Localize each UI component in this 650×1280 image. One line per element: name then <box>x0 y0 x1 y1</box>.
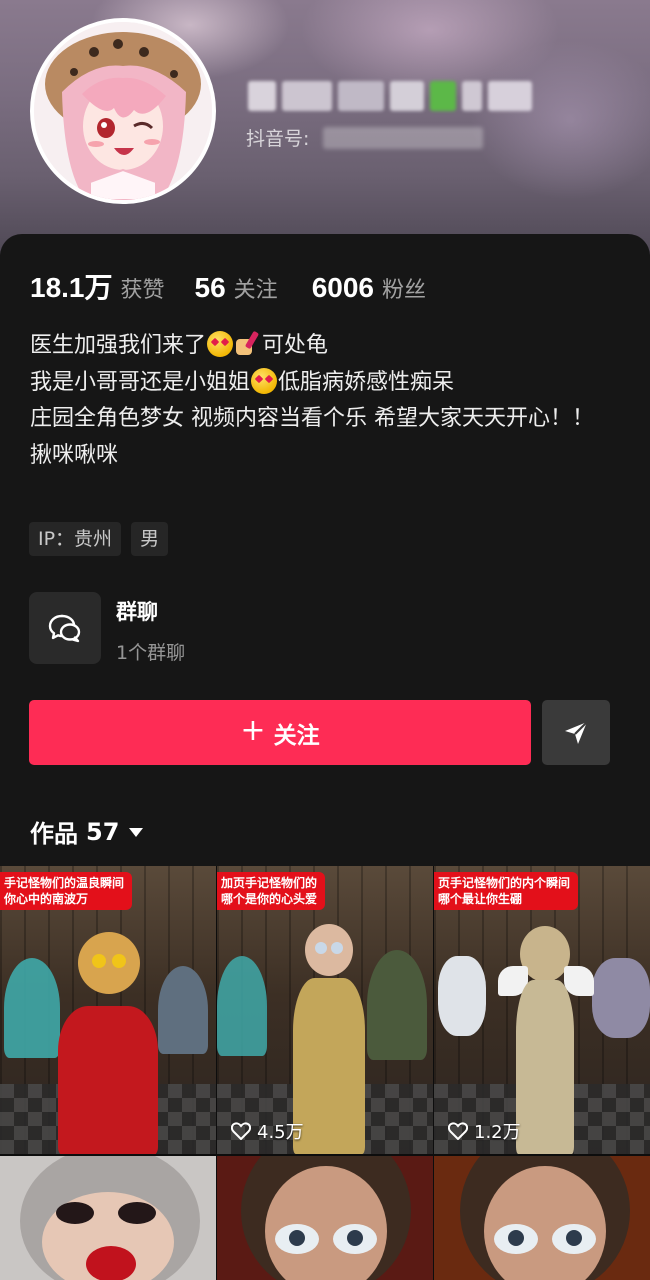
works-tab[interactable]: 作品 57 <box>30 814 144 849</box>
bio-line-2: 我是小哥哥还是小姐姐 低脂病娇感性痴呆 <box>30 365 630 402</box>
video-likes-count: 1.2万 <box>474 1122 521 1143</box>
video-likes: 4.5万 <box>231 1118 304 1144</box>
video-thumbnail[interactable]: 加页手记怪物们的 哪个是你的心头爱 4.5万 <box>217 866 433 1154</box>
works-tab-label: 作品 <box>30 820 78 848</box>
video-caption: 手记怪物们的温良瞬间 你心中的南波万 <box>0 872 133 910</box>
nail-polish-emoji-icon <box>235 331 261 357</box>
video-caption: 页手记怪物们的内个瞬间 哪个最让你生硼 <box>434 872 579 910</box>
bio-line-1-b: 可处龟 <box>262 333 329 358</box>
avatar-illustration <box>34 22 212 200</box>
bio-line-4: 揪咪啾咪 <box>30 442 119 468</box>
send-icon <box>565 720 588 744</box>
stat-following-label: 关注 <box>233 278 278 303</box>
video-grid: 手记怪物们的温良瞬间 你心中的南波万 加页手记怪物们的 哪个是你的心头爱 4.5… <box>0 866 650 1280</box>
bio-line-1-a: 医生加强我们来了 <box>30 333 207 358</box>
follow-button[interactable]: + 关注 <box>29 700 531 765</box>
works-count: 57 <box>86 817 120 846</box>
stat-followers[interactable]: 6006 粉丝 <box>312 272 426 304</box>
stat-likes-label: 获赞 <box>120 278 165 303</box>
stat-followers-label: 粉丝 <box>381 278 426 303</box>
bio-line-2-b: 低脂病娇感性痴呆 <box>278 369 455 395</box>
stat-likes-value: 18.1万 <box>30 272 113 303</box>
stat-likes[interactable]: 18.1万 获赞 <box>30 266 165 306</box>
star-struck-emoji-icon <box>207 331 234 357</box>
video-thumbnail[interactable] <box>434 1156 650 1280</box>
plus-icon: + <box>240 713 266 748</box>
douyin-id: 抖音号: <box>246 124 484 151</box>
nickname-blurred <box>248 76 538 116</box>
bio-line-3: 庄园全角色梦女 视频内容当看个乐 希望大家天天开心！！ <box>30 406 594 431</box>
video-likes-count: 4.5万 <box>257 1122 304 1143</box>
video-thumbnail[interactable] <box>0 1156 216 1280</box>
gender-tag: 男 <box>131 522 169 556</box>
profile-tags: IP：贵州 男 <box>29 522 169 556</box>
chat-bubbles-icon <box>48 614 81 643</box>
video-caption: 加页手记怪物们的 哪个是你的心头爱 <box>217 872 326 910</box>
avatar[interactable] <box>30 18 216 204</box>
stat-following-value: 56 <box>194 272 226 303</box>
douyin-id-label: 抖音号: <box>246 128 310 150</box>
video-likes: 1.2万 <box>448 1118 521 1144</box>
heart-icon <box>448 1122 468 1140</box>
heart-icon <box>231 1122 251 1140</box>
ip-location-tag: IP：贵州 <box>29 522 122 556</box>
profile-bio: 医生加强我们来了 可处龟 我是小哥哥还是小姐姐 低脂病娇感性痴呆 庄园全角色梦女 视… <box>30 328 630 474</box>
star-struck-emoji-icon <box>251 367 278 394</box>
group-chat-button[interactable] <box>29 592 101 664</box>
bio-line-1: 医生加强我们来了 可处龟 <box>30 328 630 365</box>
group-chat-count: 1个群聊 <box>116 642 186 664</box>
stat-followers-value: 6006 <box>311 272 374 303</box>
profile-stats: 18.1万 获赞 56 关注 6006 粉丝 <box>30 266 426 306</box>
video-thumbnail[interactable]: 页手记怪物们的内个瞬间 哪个最让你生硼 1.2万 <box>434 866 650 1154</box>
group-chat-title[interactable]: 群聊 <box>116 596 158 626</box>
video-thumbnail[interactable]: 手记怪物们的温良瞬间 你心中的南波万 <box>0 866 216 1154</box>
caret-down-icon <box>129 828 144 837</box>
bio-line-2-a: 我是小哥哥还是小姐姐 <box>30 369 251 395</box>
stat-following[interactable]: 56 关注 <box>195 272 278 304</box>
follow-button-label: 关注 <box>273 722 320 749</box>
video-thumbnail[interactable] <box>217 1156 433 1280</box>
share-button[interactable] <box>542 700 610 765</box>
douyin-id-value-blurred <box>323 126 484 149</box>
